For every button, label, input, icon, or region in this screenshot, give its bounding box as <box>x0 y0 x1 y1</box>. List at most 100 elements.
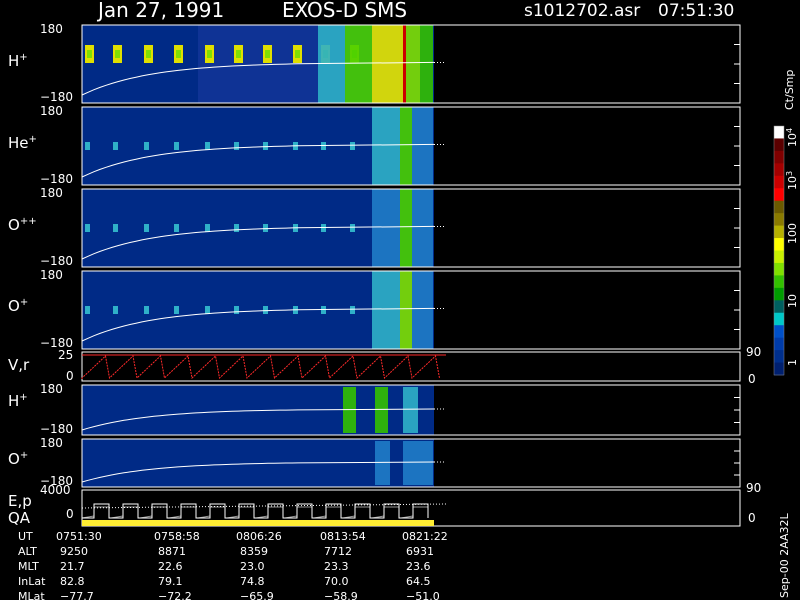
axis-alt-value-1: 8871 <box>158 545 186 558</box>
panel-1-burst-5 <box>234 142 239 150</box>
colorbar-segment-16 <box>774 325 784 339</box>
colorbar-segment-7 <box>774 213 784 227</box>
axis-row-label-alt: ALT <box>18 545 37 558</box>
panel-3-burst-1 <box>113 306 118 314</box>
panel-2-burst-6 <box>263 224 268 232</box>
axis-inlat-value-4: 64.5 <box>406 575 431 588</box>
colorbar-segment-9 <box>774 238 784 251</box>
axis-inlat-value-1: 79.1 <box>158 575 183 588</box>
panel-3-burst-5 <box>234 306 239 314</box>
axis-mlt-value-3: 23.3 <box>324 560 349 573</box>
panel-1-burst-4 <box>205 142 210 150</box>
panel-3-band-0 <box>372 271 400 349</box>
label-o-plus-plus: O++ <box>8 216 37 234</box>
axis-alt-value-4: 6931 <box>406 545 434 558</box>
colorbar-segment-12 <box>774 275 784 289</box>
panel-3-burst-4 <box>205 306 210 314</box>
axis-inlat-value-0: 82.8 <box>60 575 85 588</box>
panel-0-burst-core-7 <box>295 50 300 58</box>
label-o-plus-2: O+ <box>8 450 29 468</box>
panel-3-ytick-top: 180 <box>40 268 63 282</box>
axis-row-label-mlat: MLat <box>18 590 45 600</box>
axis-ut-value-0: 0751:30 <box>56 530 102 543</box>
ep-series-0 <box>82 503 429 519</box>
panel-5-ytick-top: 180 <box>40 436 63 450</box>
label-ep: E,p <box>8 492 32 510</box>
axis-mlt-value-1: 22.6 <box>158 560 183 573</box>
axis-row-label-ut: UT <box>18 530 33 543</box>
panel-3-burst-2 <box>144 306 149 314</box>
colorbar-tick-4: 1 <box>786 359 799 366</box>
panel-2-ytick-top: 180 <box>40 186 63 200</box>
panel-3-burst-3 <box>174 306 179 314</box>
vr-series <box>81 355 440 379</box>
axis-ut-value-2: 0806:26 <box>236 530 282 543</box>
colorbar-segment-5 <box>774 188 784 202</box>
label-o-plus: O+ <box>8 297 29 315</box>
panel-0-peak <box>403 25 406 103</box>
ep-series-1 <box>81 506 429 519</box>
figure: Jan 27, 1991 EXOS-D SMS s1012702.asr 07:… <box>0 0 800 600</box>
panel-2-burst-9 <box>350 224 355 232</box>
ep-left-tick-top: 4000 <box>40 483 71 497</box>
panel-2-burst-4 <box>205 224 210 232</box>
axis-mlat-value-3: −58.9 <box>324 590 358 600</box>
panel-2-burst-3 <box>174 224 179 232</box>
panel-3-burst-6 <box>263 306 268 314</box>
panel-4-ytick-top: 180 <box>40 382 63 396</box>
ep-left-tick-bottom: 0 <box>66 507 74 521</box>
axis-ut-value-1: 0758:58 <box>154 530 200 543</box>
label-h-plus: H+ <box>8 52 28 70</box>
vr-left-tick-bottom: 0 <box>66 369 74 383</box>
colorbar-tick-0: 104 <box>785 128 799 147</box>
panel-1-burst-9 <box>350 142 355 150</box>
panel-1-band-1 <box>400 107 412 185</box>
colorbar-segment-4 <box>774 175 784 189</box>
panel-1-burst-0 <box>85 142 90 150</box>
panel-1-burst-1 <box>113 142 118 150</box>
axis-row-label-mlt: MLT <box>18 560 39 573</box>
ep-right-tick-top: 90 <box>746 481 761 495</box>
panel-4-ytick-bottom: −180 <box>40 422 73 436</box>
panel-2-ytick-bottom: −180 <box>40 254 73 268</box>
panel-2-burst-2 <box>144 224 149 232</box>
footer-version: Sep-00 2AA32L <box>778 513 791 598</box>
axis-mlt-value-0: 21.7 <box>60 560 85 573</box>
axis-mlat-value-2: −65.9 <box>240 590 274 600</box>
panel-2-band-1 <box>400 189 412 267</box>
label-he-plus: He+ <box>8 134 37 152</box>
panel-3-burst-0 <box>85 306 90 314</box>
panel-2-band-2 <box>412 189 433 267</box>
panel-0-burst-core-3 <box>176 50 181 58</box>
panel-2-burst-5 <box>234 224 239 232</box>
axis-mlt-value-4: 23.6 <box>406 560 431 573</box>
panel-0-band-4 <box>420 25 433 103</box>
panel-2-burst-0 <box>85 224 90 232</box>
colorbar-tick-1: 103 <box>785 171 799 190</box>
label-vr: V,r <box>8 356 30 374</box>
colorbar-segment-3 <box>774 163 784 177</box>
vr-right-tick-bottom: 0 <box>748 372 756 386</box>
axis-row-label-inlat: InLat <box>18 575 46 588</box>
panel-0-band-2 <box>372 25 405 103</box>
panel-1-burst-2 <box>144 142 149 150</box>
axis-inlat-value-2: 74.8 <box>240 575 265 588</box>
vr-left-tick-top: 25 <box>58 348 73 362</box>
panel-0-burst-core-5 <box>236 50 241 58</box>
panel-0-band-3 <box>405 25 420 103</box>
colorbar-segment-15 <box>774 312 784 326</box>
panel-0-burst-core-4 <box>207 50 212 58</box>
panel-3-band-2 <box>412 271 433 349</box>
vr-frame <box>81 351 741 382</box>
colorbar-segment-17 <box>774 337 784 351</box>
panel-0-burst-core-6 <box>265 50 270 58</box>
colorbar-segment-19 <box>774 362 784 376</box>
axis-mlat-value-4: −51.0 <box>406 590 440 600</box>
panel-2-band-0 <box>372 189 400 267</box>
colorbar-tick-3: 10 <box>786 294 799 308</box>
panel-0-band-1 <box>345 25 372 103</box>
axis-mlat-value-0: −77.7 <box>60 590 94 600</box>
colorbar-segment-0 <box>774 126 784 139</box>
vr-right-tick-top: 90 <box>746 345 761 359</box>
axis-mlt-value-2: 23.0 <box>240 560 265 573</box>
